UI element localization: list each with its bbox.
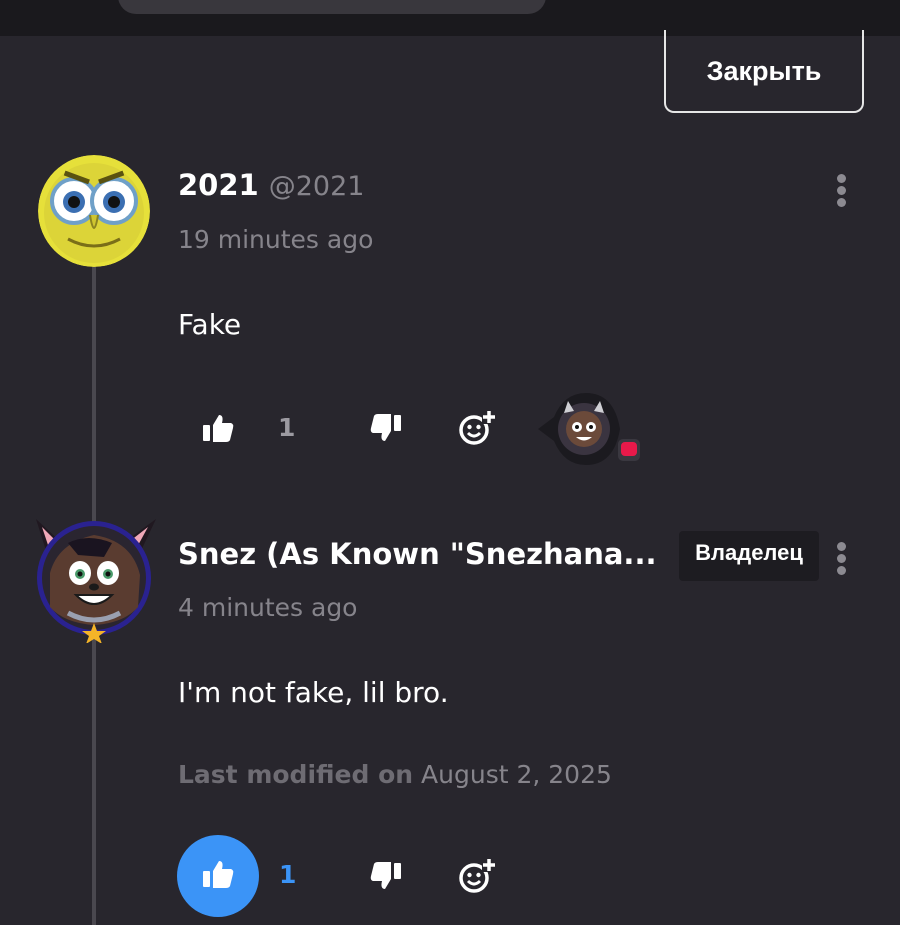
last-modified: Last modified on August 2, 2025 bbox=[178, 760, 612, 789]
user-handle[interactable]: @2021 bbox=[269, 171, 365, 202]
thumbs-down-icon[interactable] bbox=[368, 410, 404, 446]
last-modified-label: Last modified on bbox=[178, 760, 414, 789]
comment-body: Fake bbox=[178, 308, 242, 341]
thumbs-up-icon bbox=[201, 859, 235, 893]
avatar[interactable] bbox=[28, 513, 158, 643]
more-vertical-icon[interactable] bbox=[829, 538, 853, 578]
comment-timestamp: 4 minutes ago bbox=[178, 593, 358, 622]
like-button-active[interactable] bbox=[177, 835, 259, 917]
comment-timestamp: 19 minutes ago bbox=[178, 225, 374, 254]
display-name[interactable]: Snez (As Known "Snezhana... bbox=[178, 537, 656, 571]
add-emoji-icon[interactable] bbox=[456, 854, 498, 896]
last-modified-date: August 2, 2025 bbox=[421, 760, 612, 789]
like-count: 1 bbox=[279, 860, 297, 889]
thumbs-up-icon[interactable] bbox=[200, 410, 236, 446]
owner-badge: Владелец bbox=[679, 531, 819, 581]
comment-author-row: Snez (As Known "Snezhana... bbox=[178, 537, 656, 571]
thumbs-down-icon[interactable] bbox=[368, 858, 404, 894]
close-button[interactable]: Закрыть bbox=[664, 30, 864, 113]
more-vertical-icon[interactable] bbox=[829, 170, 853, 210]
comment-author-row: 2021 @2021 bbox=[178, 168, 364, 202]
like-count: 1 bbox=[278, 413, 296, 442]
add-emoji-icon[interactable] bbox=[456, 406, 498, 448]
search-pill[interactable] bbox=[118, 0, 546, 14]
avatar[interactable] bbox=[38, 155, 150, 267]
display-name[interactable]: 2021 bbox=[178, 168, 259, 202]
reply-avatar-bubble[interactable] bbox=[534, 389, 640, 469]
comment-body: I'm not fake, lil bro. bbox=[178, 676, 449, 709]
